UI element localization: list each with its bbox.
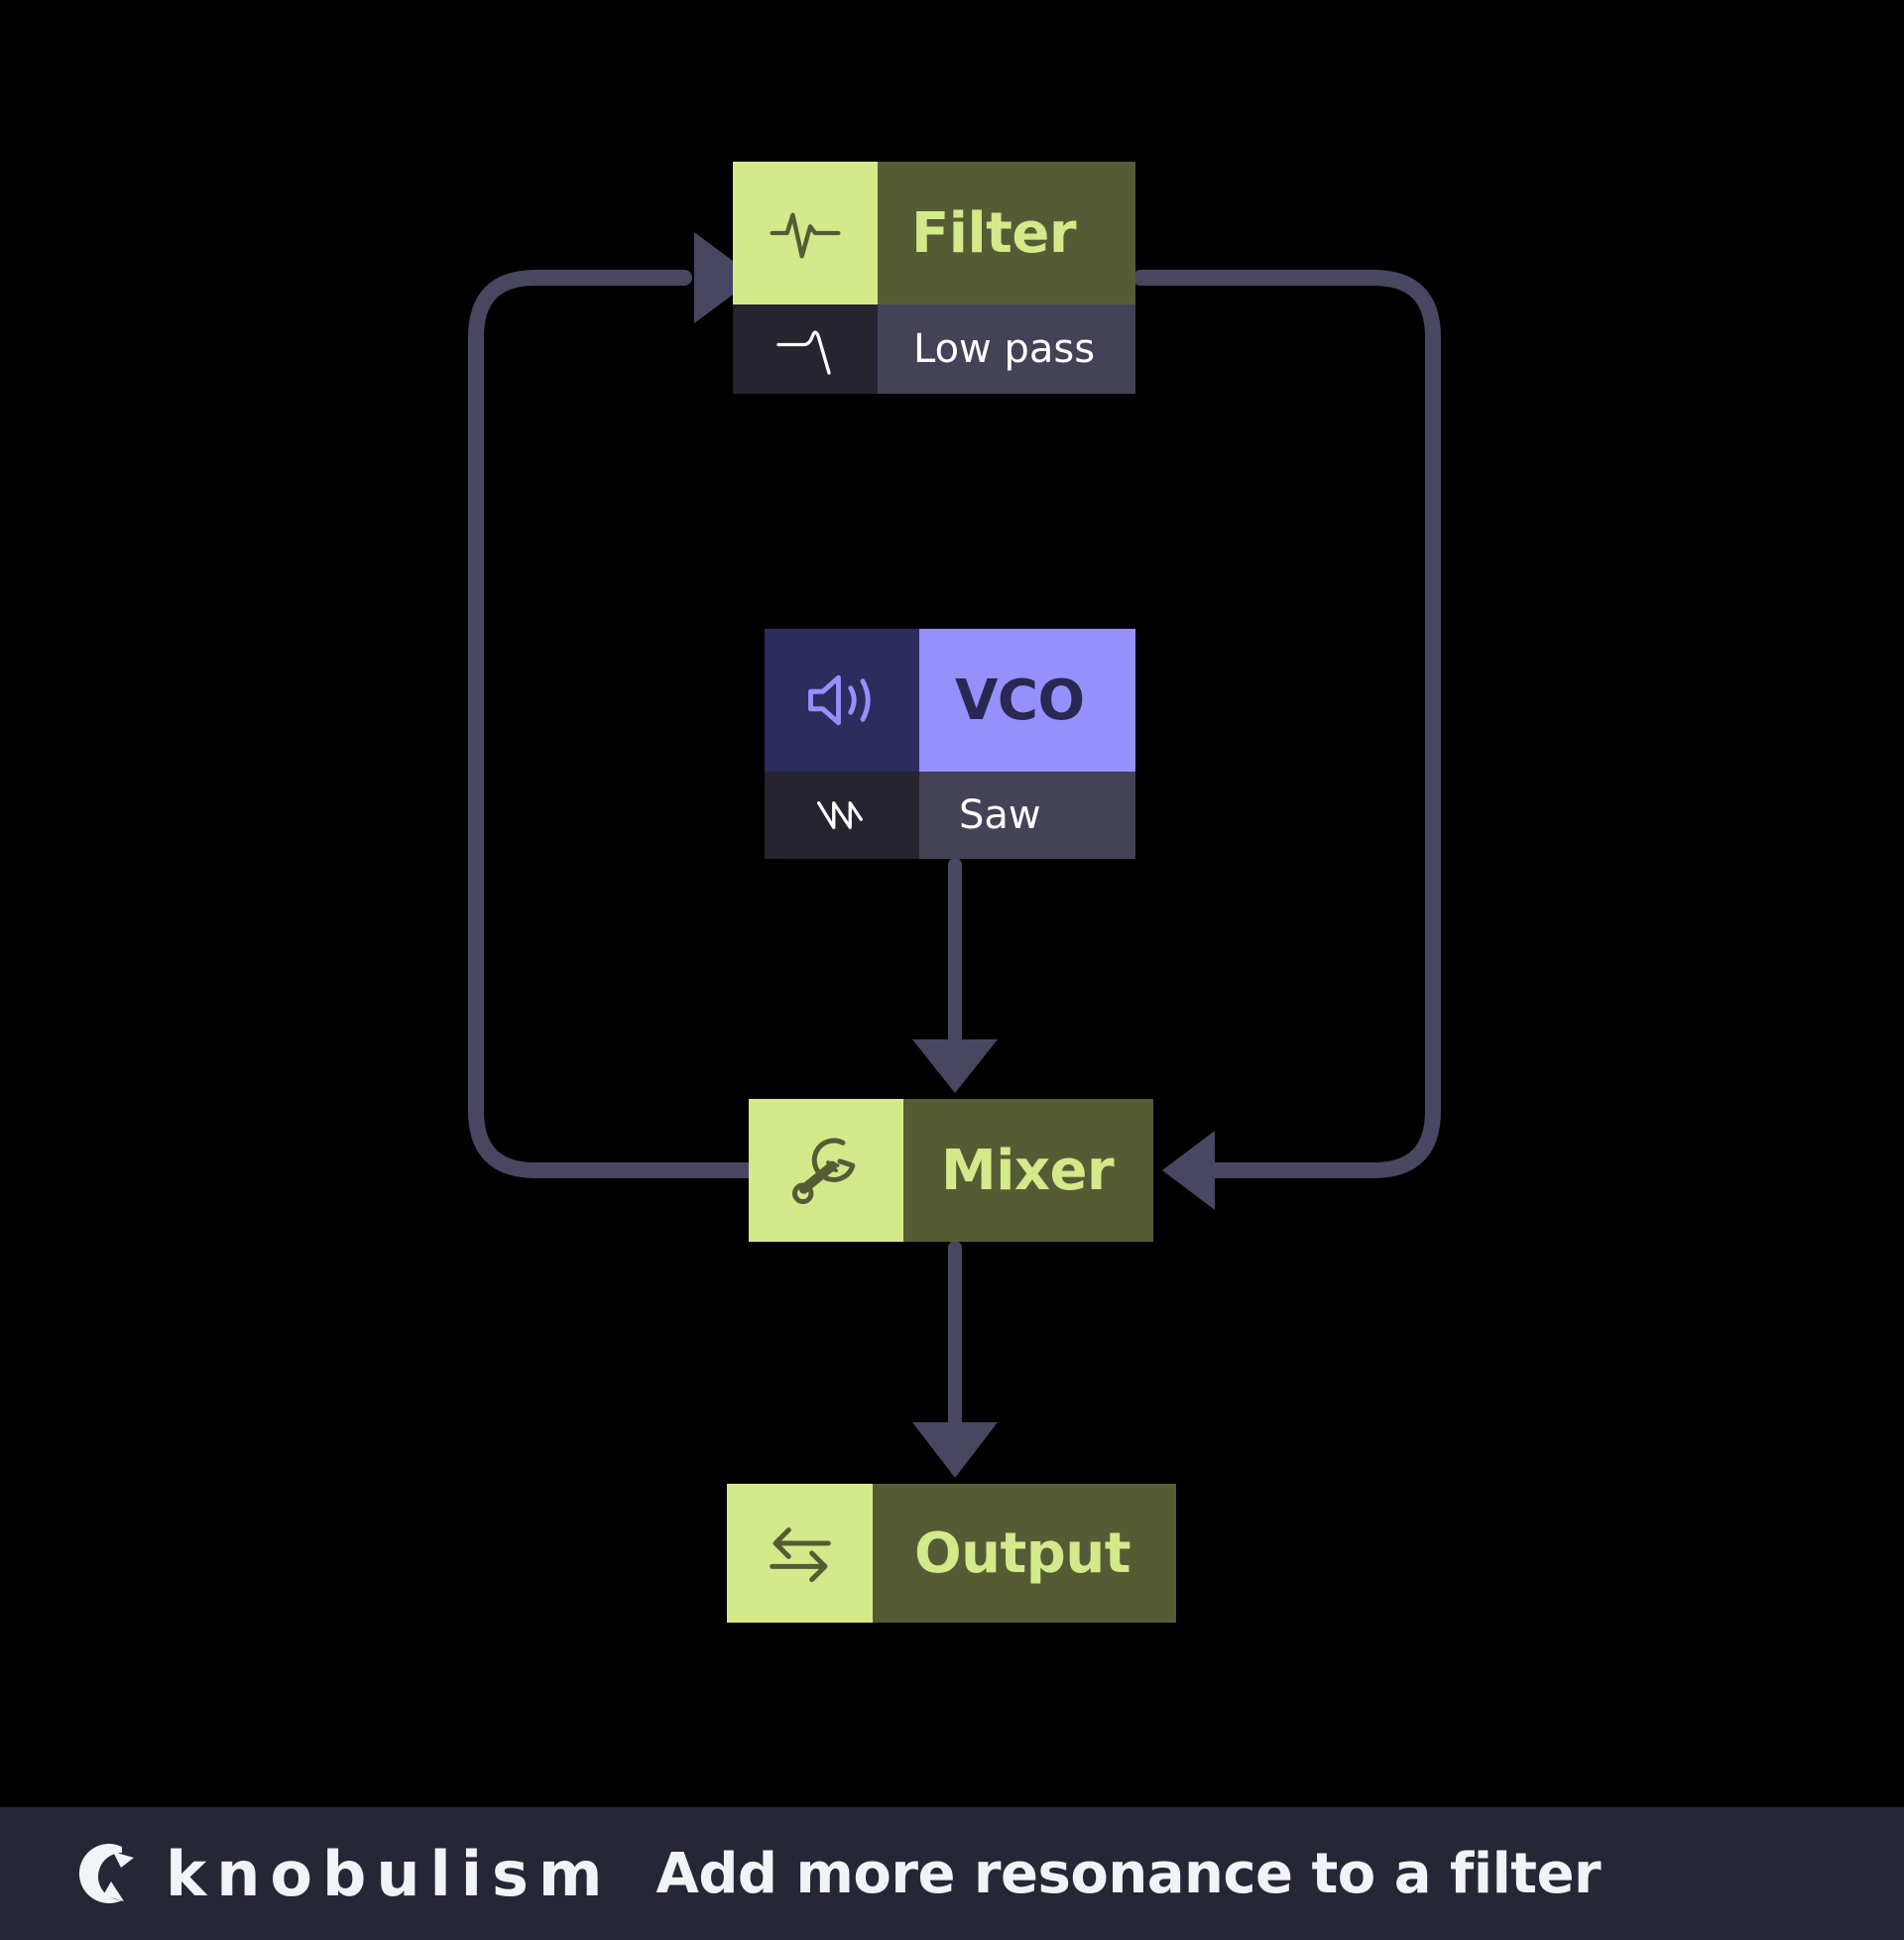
node-filter-subrow[interactable]: Low pass — [733, 304, 1135, 394]
arrowhead-into-output — [912, 1422, 998, 1478]
arrowhead-into-mixer-right — [1162, 1131, 1215, 1210]
arrowhead-into-mixer-top — [912, 1039, 998, 1093]
node-output-label: Output — [873, 1484, 1176, 1623]
sawtooth-wave-icon — [765, 772, 919, 859]
waveform-pulse-icon — [733, 162, 878, 304]
node-vco-subtitle: Saw — [919, 772, 1135, 859]
node-vco-label: VCO — [919, 629, 1135, 772]
knobulism-circular-logo-icon — [72, 1838, 144, 1909]
node-filter-header[interactable]: Filter — [733, 162, 1135, 304]
node-filter[interactable]: Filter Low pass — [733, 162, 1135, 394]
node-vco-header[interactable]: VCO — [765, 629, 1135, 772]
brand-name: knobulism — [166, 1837, 613, 1910]
diagram-canvas: Filter Low pass VCO Saw Mixer Output kno… — [0, 0, 1904, 1940]
node-output-header[interactable]: Output — [727, 1484, 1176, 1623]
node-mixer-label: Mixer — [903, 1099, 1153, 1242]
node-vco[interactable]: VCO Saw — [765, 629, 1135, 859]
node-vco-subrow[interactable]: Saw — [765, 772, 1135, 859]
node-mixer-header[interactable]: Mixer — [749, 1099, 1153, 1242]
node-filter-label: Filter — [878, 162, 1135, 304]
footer-caption: Add more resonance to a filter — [655, 1841, 1602, 1906]
footer-bar: knobulism Add more resonance to a filter — [0, 1807, 1904, 1940]
wire-filter-to-mixer — [1132, 270, 1441, 1178]
node-mixer[interactable]: Mixer — [749, 1099, 1153, 1242]
wrench-icon — [749, 1099, 903, 1242]
lowpass-curve-icon — [733, 304, 878, 394]
wire-mixer-to-filter — [468, 270, 757, 1178]
swap-arrows-icon — [727, 1484, 873, 1623]
node-filter-subtitle: Low pass — [878, 304, 1135, 394]
node-output[interactable]: Output — [727, 1484, 1176, 1623]
speaker-volume-icon — [765, 629, 919, 772]
